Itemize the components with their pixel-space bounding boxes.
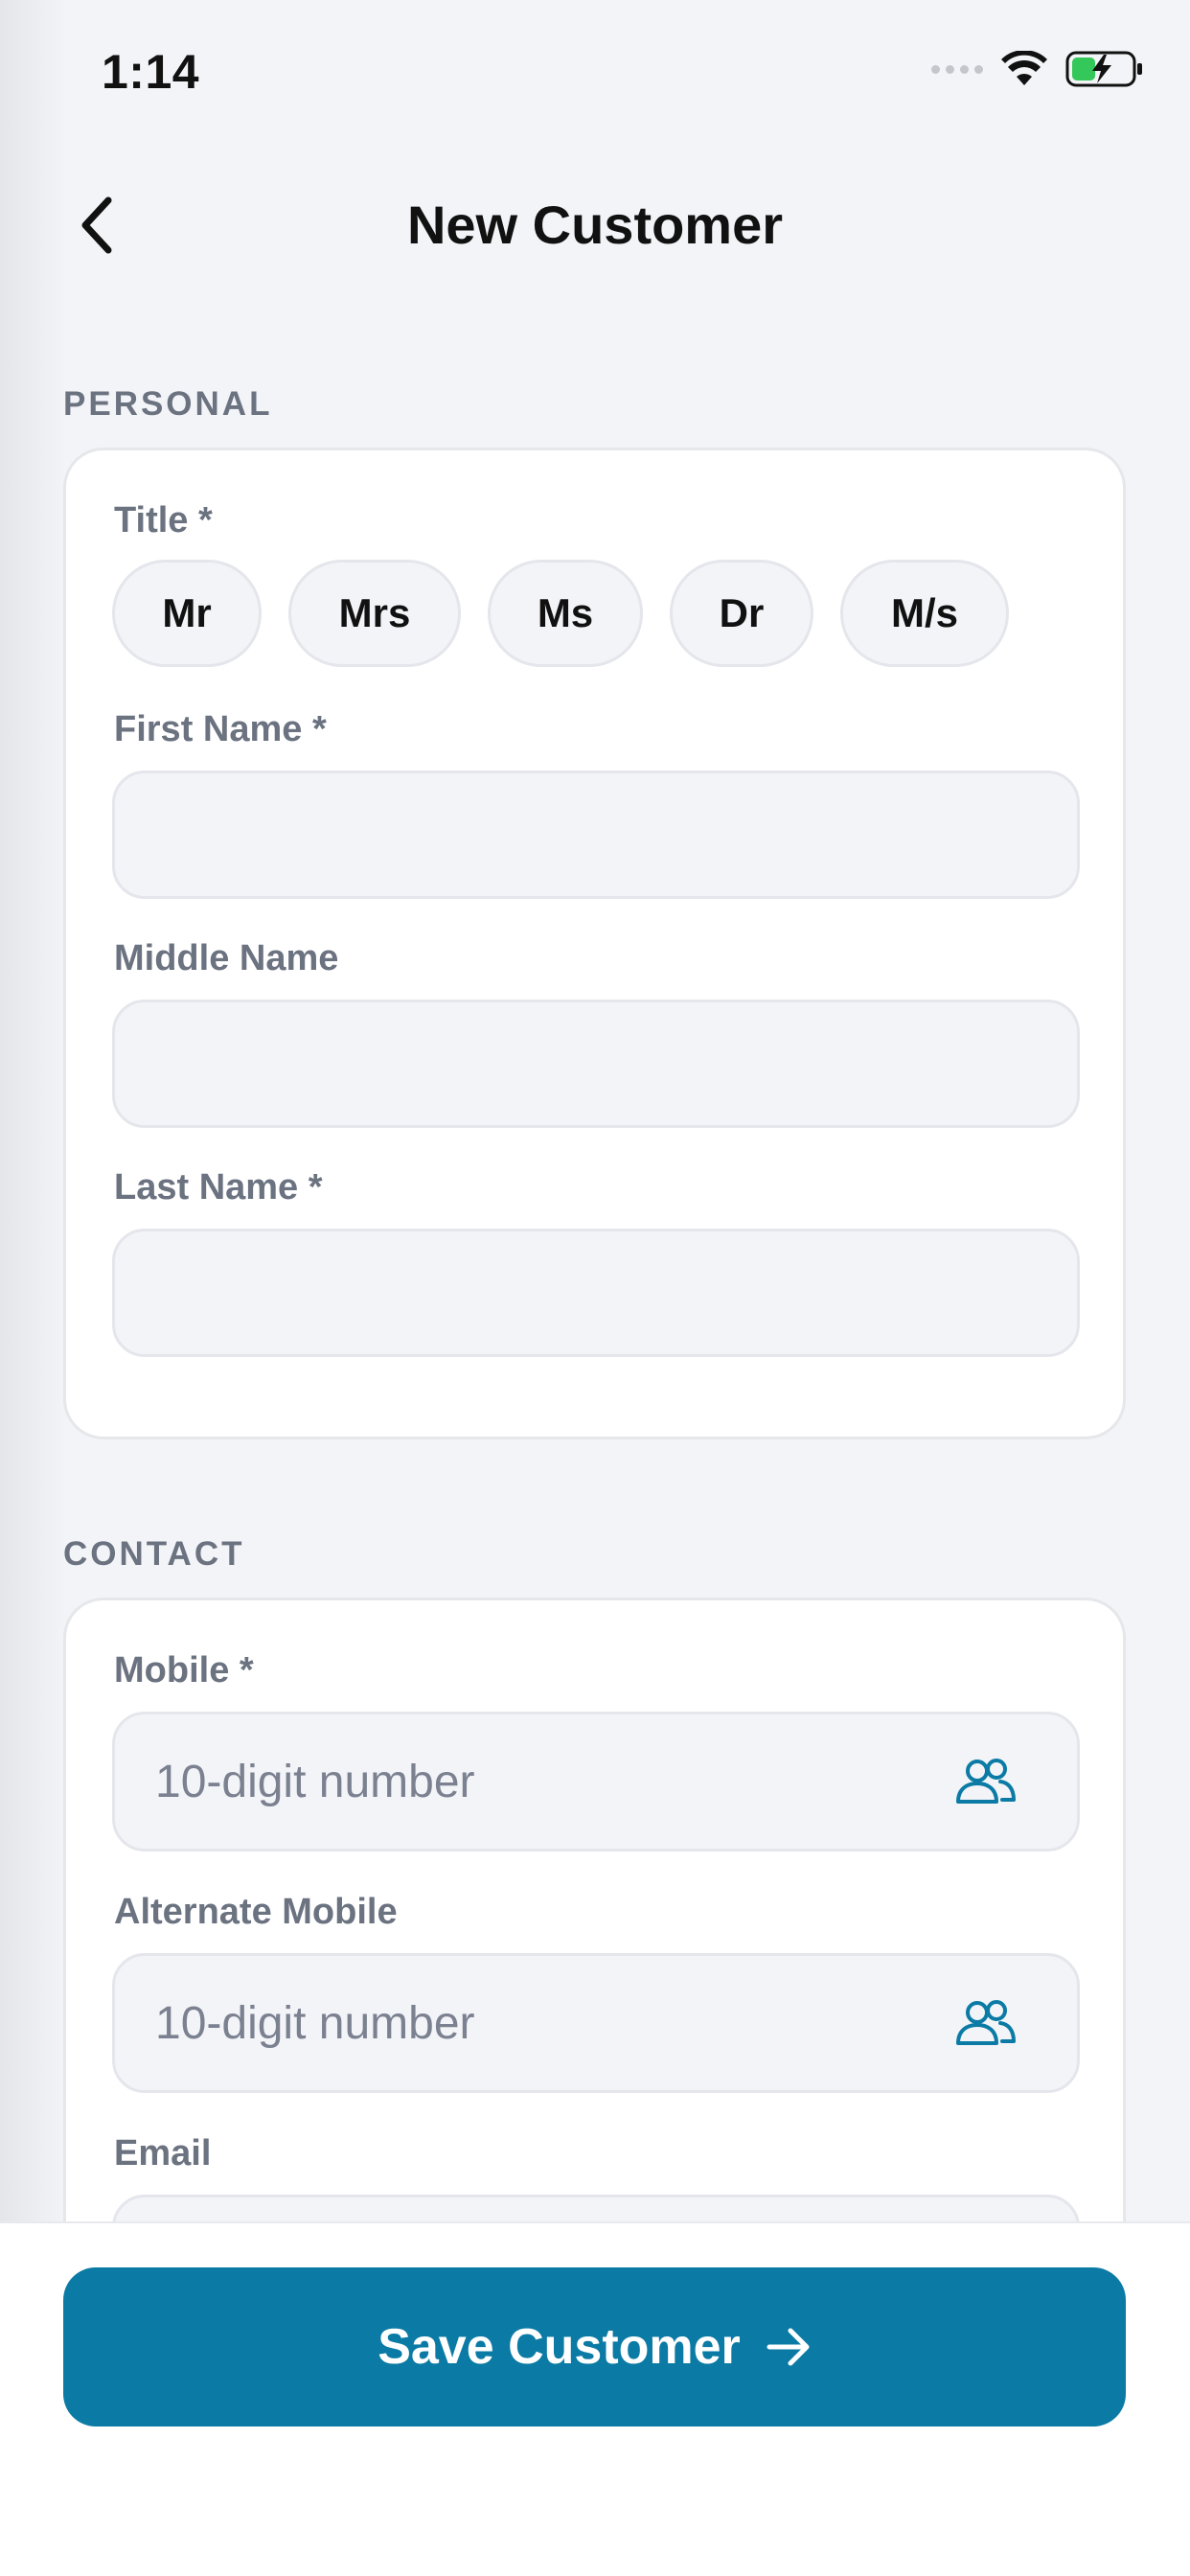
email-label: Email	[114, 2133, 212, 2174]
title-label: Title *	[114, 500, 213, 540]
wifi-icon	[1001, 51, 1047, 85]
alternate-mobile-input[interactable]: 10-digit number	[112, 1953, 1080, 2093]
status-bar: 1:14	[0, 0, 1190, 144]
middle-name-label: Middle Name	[114, 938, 339, 978]
nav-bar: New Customer	[0, 163, 1190, 288]
alternate-mobile-label: Alternate Mobile	[114, 1892, 398, 1932]
arrow-right-icon	[767, 2328, 810, 2366]
last-name-input[interactable]	[112, 1229, 1080, 1357]
status-time: 1:14	[102, 45, 200, 99]
section-label-personal: PERSONAL	[63, 385, 273, 423]
section-label-contact: CONTACT	[63, 1535, 245, 1573]
save-customer-label: Save Customer	[378, 2319, 741, 2375]
page-title: New Customer	[406, 195, 784, 255]
edge-shade	[0, 0, 67, 2576]
title-option-mrs[interactable]: Mrs	[288, 560, 461, 667]
contacts-icon[interactable]	[954, 1756, 1018, 1807]
bottom-action-bar: Save Customer	[0, 2221, 1190, 2576]
first-name-input[interactable]	[112, 770, 1080, 899]
mobile-placeholder: 10-digit number	[155, 1756, 475, 1807]
battery-charging-icon	[1065, 51, 1142, 87]
first-name-label: First Name *	[114, 709, 327, 749]
save-customer-button[interactable]: Save Customer	[63, 2267, 1126, 2426]
title-option-dr[interactable]: Dr	[670, 560, 813, 667]
alternate-mobile-placeholder: 10-digit number	[155, 1997, 475, 2049]
personal-card: Title * Mr Mrs Ms Dr M/s First Name * Mi…	[63, 448, 1126, 1439]
title-options: Mr Mrs Ms Dr M/s	[112, 560, 1009, 667]
title-option-mr[interactable]: Mr	[112, 560, 262, 667]
cellular-signal-icon	[931, 64, 983, 74]
title-option-ms[interactable]: Ms	[488, 560, 643, 667]
last-name-label: Last Name *	[114, 1167, 323, 1208]
mobile-input[interactable]: 10-digit number	[112, 1712, 1080, 1852]
mobile-label: Mobile *	[114, 1650, 254, 1690]
middle-name-input[interactable]	[112, 1000, 1080, 1128]
title-option-ms-firm[interactable]: M/s	[840, 560, 1009, 667]
status-icons	[931, 50, 1144, 88]
contacts-icon[interactable]	[954, 1997, 1018, 2049]
